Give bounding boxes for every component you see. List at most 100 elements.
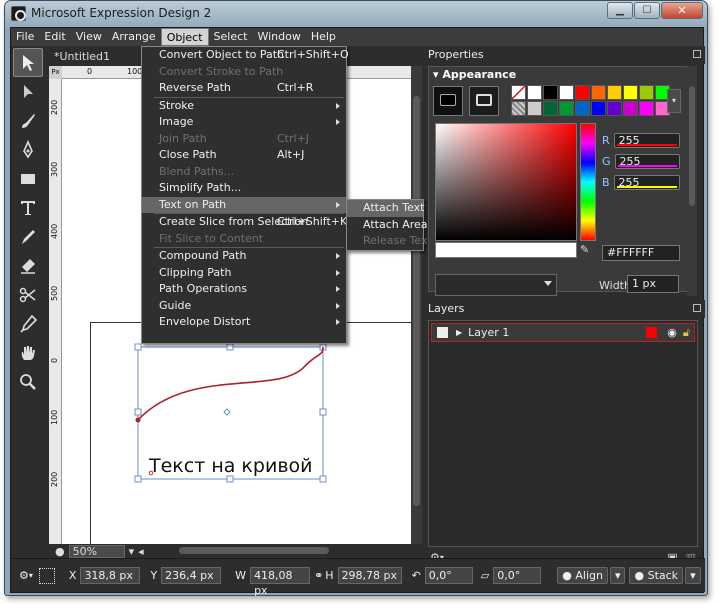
scissors-tool-icon[interactable] xyxy=(13,280,43,309)
color-picker-field[interactable] xyxy=(435,123,577,241)
direct-selection-tool-icon[interactable] xyxy=(13,77,43,106)
stroke-swatch[interactable] xyxy=(469,86,499,116)
swatches-dropdown[interactable]: ▾ xyxy=(667,89,681,113)
color-swatch[interactable] xyxy=(511,85,526,100)
eyedropper-icon[interactable]: ✎ xyxy=(580,243,596,259)
canvas-horizontal-scrollbar[interactable] xyxy=(179,547,329,554)
menu-select[interactable]: Select xyxy=(209,28,253,46)
color-swatch[interactable] xyxy=(575,101,590,116)
reference-point-icon[interactable] xyxy=(38,567,55,584)
h-label: H xyxy=(325,569,334,582)
color-swatch[interactable] xyxy=(543,85,558,100)
gear-icon[interactable]: ⚙ xyxy=(19,569,29,582)
chevron-right-icon xyxy=(336,119,340,125)
menu-object[interactable]: Object xyxy=(160,28,209,46)
zoom-dropdown[interactable]: 50% xyxy=(68,544,125,558)
rectangle-tool-icon[interactable] xyxy=(13,164,43,193)
color-swatch[interactable] xyxy=(591,85,606,100)
pin-icon[interactable] xyxy=(693,304,701,312)
eyedropper-tool-icon[interactable] xyxy=(13,222,43,251)
lock-icon[interactable]: 🔓︎ xyxy=(683,326,690,340)
fill-swatch[interactable] xyxy=(433,86,463,116)
menu-view[interactable]: View xyxy=(71,28,107,46)
pen-tool-icon[interactable] xyxy=(13,135,43,164)
menu-item-compound-path[interactable]: Compound Path xyxy=(142,248,346,265)
canvas-vertical-scrollbar[interactable] xyxy=(411,66,422,544)
color-swatch[interactable] xyxy=(543,101,558,116)
stroke-style-dropdown[interactable] xyxy=(435,274,557,296)
eye-icon[interactable]: ◉ xyxy=(667,326,677,339)
chevron-left-icon[interactable]: ◂ xyxy=(138,545,144,558)
menu-item-path-operations[interactable]: Path Operations xyxy=(142,281,346,298)
color-swatch[interactable] xyxy=(559,85,574,100)
color-swatch[interactable] xyxy=(623,85,638,100)
eraser-tool-icon[interactable] xyxy=(13,251,43,280)
menu-item-close-path[interactable]: Close Path Alt+J xyxy=(142,147,346,164)
text-tool-icon[interactable] xyxy=(13,193,43,222)
blue-input[interactable]: 255 xyxy=(613,175,680,190)
x-input[interactable]: 318,8 px xyxy=(80,567,141,584)
stack-dropdown[interactable]: ▾ xyxy=(685,567,701,584)
width-input[interactable]: 1 px xyxy=(627,275,679,293)
color-swatch[interactable] xyxy=(511,101,526,116)
menu-item-attach-text[interactable]: Attach Text xyxy=(347,200,424,217)
w-input[interactable]: 418,08 px xyxy=(250,567,311,597)
align-dropdown[interactable]: ▾ xyxy=(609,567,626,584)
zoom-tool-icon[interactable] xyxy=(13,367,43,396)
menu-item-image[interactable]: Image xyxy=(142,114,346,131)
layer-row[interactable]: ▶ Layer 1 ◉ 🔓︎ xyxy=(431,323,695,342)
menu-item-stroke[interactable]: Stroke xyxy=(142,98,346,115)
menu-item-release-text: Release Text xyxy=(363,234,432,247)
green-input[interactable]: 255 xyxy=(614,154,680,169)
rotate-input[interactable]: 0,0° xyxy=(424,567,473,584)
properties-scrollbar[interactable] xyxy=(687,66,697,296)
hand-tool-icon[interactable] xyxy=(13,338,43,367)
color-swatch[interactable] xyxy=(639,101,654,116)
properties-title: Properties xyxy=(424,46,705,64)
skew-input[interactable]: 0,0° xyxy=(493,567,542,584)
menu-item-clipping-path[interactable]: Clipping Path xyxy=(142,265,346,282)
menu-item-convert-object-to-path[interactable]: Convert Object to Path Ctrl+Shift+O xyxy=(142,47,349,64)
color-swatch[interactable] xyxy=(527,101,542,116)
minimize-button[interactable]: ▁ xyxy=(607,2,633,19)
y-input[interactable]: 236,4 px xyxy=(161,567,222,584)
layer-name[interactable]: Layer 1 xyxy=(468,326,509,339)
hue-slider[interactable] xyxy=(580,123,596,241)
color-swatch[interactable] xyxy=(527,85,542,100)
color-swatch[interactable] xyxy=(591,101,606,116)
menu-arrange[interactable]: Arrange xyxy=(107,28,161,46)
color-swatch[interactable] xyxy=(607,85,622,100)
stack-button[interactable]: ● Stack xyxy=(629,567,684,584)
menu-item-create-slice[interactable]: Create Slice from Selection Ctrl+Shift+K xyxy=(142,214,347,231)
color-swatch[interactable] xyxy=(559,101,574,116)
pin-icon[interactable] xyxy=(693,50,701,58)
close-button[interactable]: ✕ xyxy=(661,2,703,19)
selection-tool-icon[interactable] xyxy=(13,48,43,77)
menu-edit[interactable]: Edit xyxy=(39,28,70,46)
color-swatch[interactable] xyxy=(607,101,622,116)
link-icon[interactable]: ⚭ xyxy=(314,569,323,582)
maximize-button[interactable]: ☐ xyxy=(634,2,660,19)
layer-color[interactable] xyxy=(646,327,658,338)
menu-file[interactable]: File xyxy=(11,28,39,46)
appearance-header[interactable]: ▾ Appearance xyxy=(429,67,693,82)
brush-tool-icon[interactable] xyxy=(13,106,43,135)
menu-help[interactable]: Help xyxy=(306,28,341,46)
menu-item-simplify-path[interactable]: Simplify Path... xyxy=(142,180,346,197)
menu-window[interactable]: Window xyxy=(252,28,305,46)
hex-input[interactable]: #FFFFFF xyxy=(602,245,680,261)
menu-item-reverse-path[interactable]: Reverse Path Ctrl+R xyxy=(142,80,346,97)
color-swatch[interactable] xyxy=(575,85,590,100)
expand-arrow-icon[interactable]: ▶ xyxy=(456,328,462,337)
color-swatch[interactable] xyxy=(639,85,654,100)
red-input[interactable]: 255 xyxy=(613,133,680,148)
menu-item-attach-area-text[interactable]: Attach Area Text xyxy=(347,217,453,234)
chevron-down-icon[interactable]: ▾ xyxy=(129,545,135,558)
menu-item-guide[interactable]: Guide xyxy=(142,298,346,315)
menu-item-envelope-distort[interactable]: Envelope Distort xyxy=(142,314,346,331)
color-picker-tool-icon[interactable] xyxy=(13,309,43,338)
align-button[interactable]: ● Align xyxy=(557,567,608,584)
h-input[interactable]: 298,78 px xyxy=(337,567,402,584)
color-swatch[interactable] xyxy=(623,101,638,116)
menu-item-text-on-path[interactable]: Text on Path xyxy=(142,196,346,213)
